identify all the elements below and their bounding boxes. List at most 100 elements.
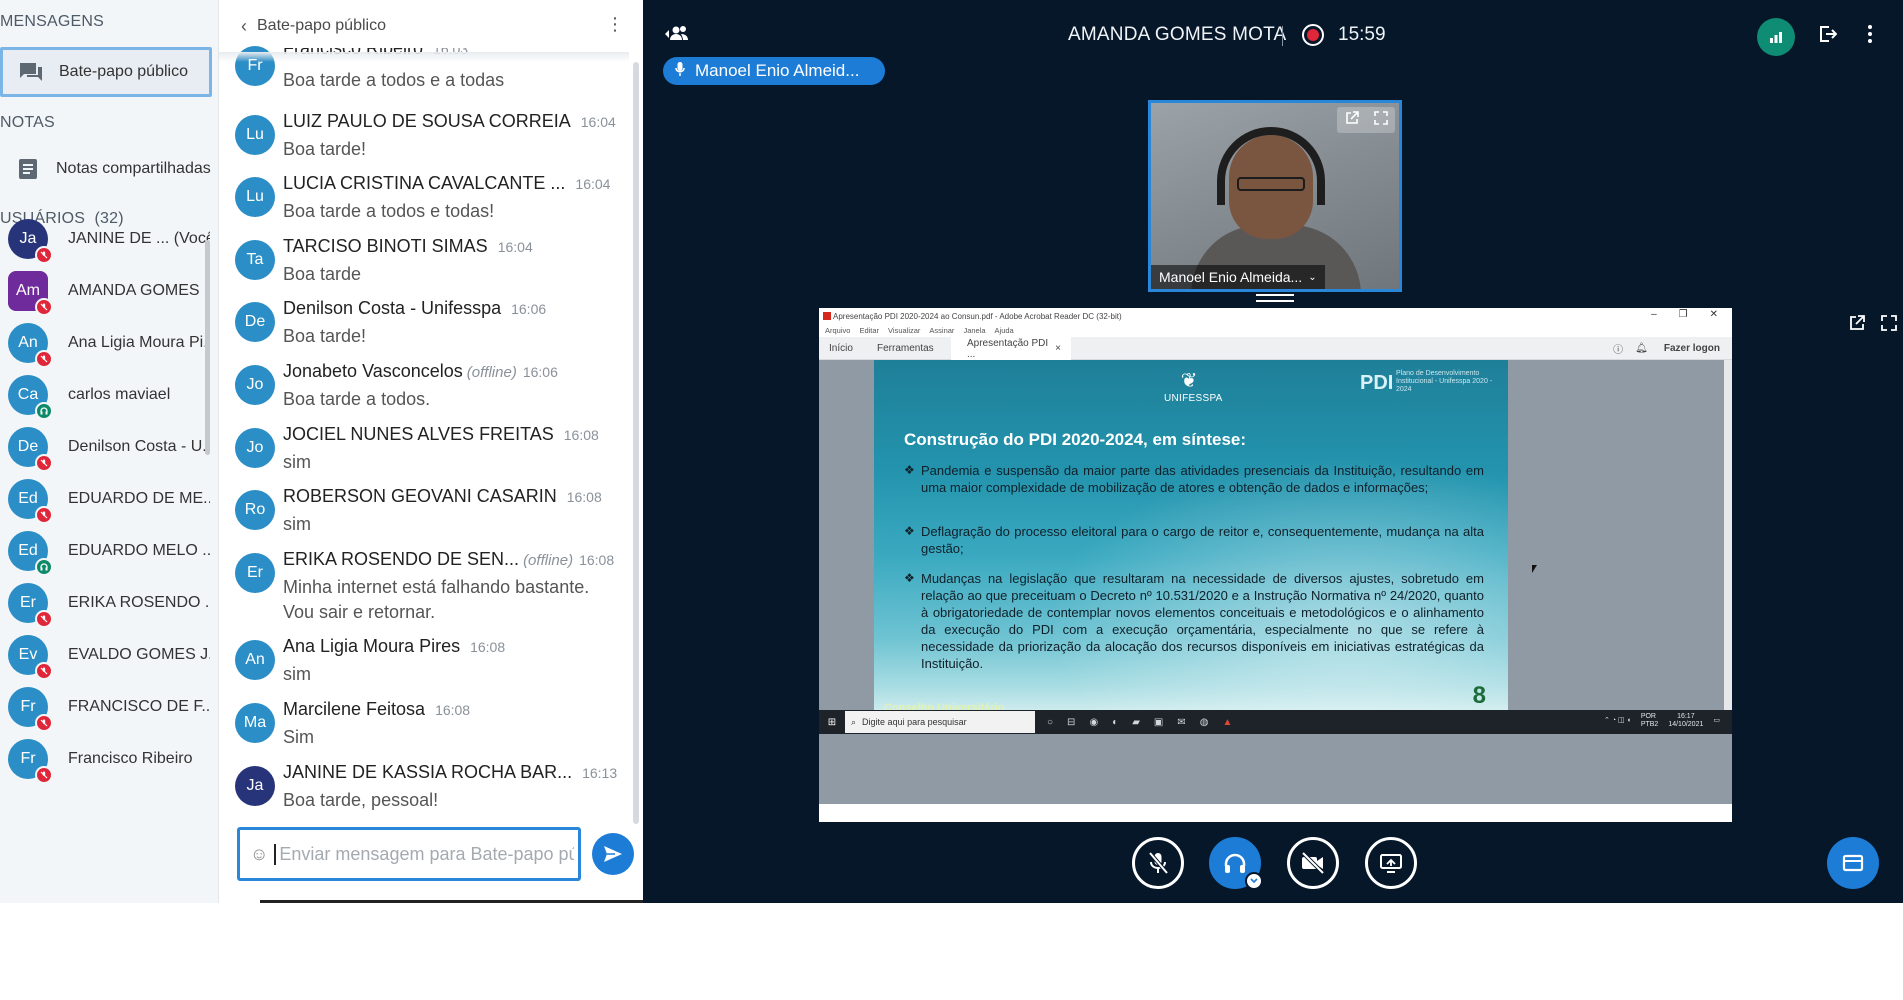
kebab-menu-icon [1868, 25, 1872, 43]
popout-icon[interactable] [1849, 315, 1865, 336]
emoji-icon[interactable]: ☺ [250, 844, 268, 865]
notes-icon [0, 158, 56, 180]
close-icon[interactable]: ✕ [1710, 309, 1718, 320]
message-header: ERIKA ROSENDO DE SEN... (offline) 16:08 [283, 549, 614, 570]
message-author: JOCIEL NUNES ALVES FREITAS [283, 424, 554, 444]
window-controls: – ❐ ✕ [1651, 309, 1718, 320]
chat-options-icon[interactable]: ⋮ [606, 14, 624, 35]
message-time: 16:08 [563, 427, 599, 443]
minimize-icon[interactable]: – [1651, 309, 1657, 320]
muted-icon [35, 765, 53, 784]
close-tab-icon[interactable]: × [1055, 343, 1061, 354]
microphone-icon [675, 61, 685, 81]
taskbar-search-placeholder: Digite aqui para pesquisar [862, 717, 967, 727]
login-link[interactable]: ⓘ 🔔︎ Fazer logon [1613, 337, 1720, 360]
message-text: Minha internet está falhando bastante. V… [283, 577, 590, 622]
connection-status-button[interactable] [1757, 18, 1795, 56]
audio-options-chevron-icon[interactable] [1245, 872, 1263, 890]
public-chat-item[interactable]: Bate-papo público [0, 47, 212, 97]
menu-item[interactable]: Visualizar [888, 326, 920, 335]
tab-apresentacao[interactable]: Apresentação PDI ... × [951, 337, 1071, 360]
app-root: MENSAGENS Bate-papo público NOTAS Notas … [0, 0, 1903, 903]
leave-meeting-button[interactable] [1819, 26, 1838, 47]
join-audio-mic-button[interactable] [1132, 837, 1184, 889]
chat-header-shadow [219, 52, 629, 62]
edge-icon[interactable]: ◐ [1112, 717, 1118, 728]
chrome-icon[interactable]: ◉ [1089, 717, 1098, 728]
folder-icon[interactable]: ▰ [1132, 717, 1140, 728]
tab-ferramentas[interactable]: Ferramentas [877, 337, 934, 360]
shared-notes-item[interactable]: Notas compartilhadas [0, 144, 212, 194]
store-icon[interactable]: ▣ [1154, 717, 1163, 728]
avatar: Ro [235, 490, 275, 530]
document-view[interactable]: ❦ UNIFESSPA PDI Plano de Desenvolvimento… [819, 360, 1732, 804]
avatar: Fr [8, 738, 53, 784]
recording-icon[interactable] [1302, 24, 1324, 46]
message-author: Ana Ligia Moura Pires [283, 636, 461, 656]
mail-icon[interactable]: ✉ [1177, 717, 1185, 728]
shared-notes-label: Notas compartilhadas [56, 160, 211, 177]
document-scrollbar[interactable] [1724, 360, 1732, 710]
bullet-diamond-icon: ❖ [904, 524, 915, 538]
task-view-icon[interactable]: ○ [1047, 717, 1053, 728]
message-text: sim [283, 452, 311, 472]
bullet-diamond-icon: ❖ [904, 571, 915, 585]
chat-title[interactable]: Bate-papo público [257, 17, 386, 35]
taskbar-search[interactable]: ⌕ Digite aqui para pesquisar [845, 711, 1035, 733]
chat-scrollbar[interactable] [633, 62, 639, 824]
webcam-resize-handle[interactable] [1256, 294, 1294, 302]
menu-item[interactable]: Assinar [929, 326, 954, 335]
popout-icon[interactable] [1345, 110, 1359, 130]
user-list-item[interactable]: Fr Francisco Ribeiro [0, 727, 212, 790]
share-screen-button[interactable] [1365, 837, 1417, 889]
taskbar-language[interactable]: POR PTB2 [1641, 713, 1659, 729]
taskbar-clock[interactable]: 16:17 14/10/2021 [1668, 713, 1703, 729]
toggle-userlist-button[interactable] [663, 24, 691, 49]
presentation-toggle-button[interactable] [1827, 837, 1879, 889]
login-label: Fazer logon [1663, 343, 1720, 354]
user-name: EVALDO GOMES J... [68, 645, 210, 663]
taskbar-tray: ⌃ ◔ ◫ ◖ POR PTB2 16:17 14/10/2021 ▭ [1604, 713, 1720, 729]
tab-inicio[interactable]: Início [829, 337, 853, 360]
share-webcam-button[interactable] [1287, 837, 1339, 889]
menu-item[interactable]: Ajuda [995, 326, 1014, 335]
avatar-initials: Er [20, 593, 36, 611]
avatar-initials: An [18, 333, 38, 351]
fullscreen-icon[interactable] [1373, 110, 1388, 130]
message-header: Marcilene Feitosa 16:08 [283, 699, 470, 720]
timeline-icon[interactable]: ⊟ [1067, 717, 1075, 728]
menu-item[interactable]: Arquivo [825, 326, 850, 335]
message-header: JANINE DE KASSIA ROCHA BAR... 16:13 [283, 762, 617, 783]
menu-item[interactable]: Editar [859, 326, 879, 335]
meeting-options-button[interactable] [1867, 24, 1873, 49]
acrobat-icon[interactable]: ▲ [1223, 717, 1233, 728]
windows-start-icon[interactable]: ⊞ [819, 717, 845, 728]
windows-taskbar: ⊞ ⌕ Digite aqui para pesquisar ○ ⊟ ◉ ◐ ▰… [819, 710, 1732, 734]
webcam-tile[interactable]: Manoel Enio Almeida... ⌄ [1148, 100, 1402, 292]
help-icon[interactable]: ⓘ [1613, 341, 1623, 356]
message-time: 16:04 [580, 114, 616, 130]
avatar-initials: Ja [19, 229, 37, 247]
webcam-name-label[interactable]: Manoel Enio Almeida... ⌄ [1151, 265, 1325, 289]
chat-message-input[interactable] [274, 843, 575, 865]
fullscreen-icon[interactable] [1881, 315, 1897, 336]
user-name: AMANDA GOMES ... [68, 281, 210, 299]
send-message-button[interactable] [592, 833, 634, 875]
chevron-left-icon[interactable]: ‹ [241, 16, 247, 37]
avatar: Fr [8, 686, 53, 732]
user-list-scrollbar[interactable] [205, 240, 210, 455]
notes-section-title: NOTAS [0, 114, 55, 131]
glasses-shape [1237, 177, 1305, 191]
avatar: Ed [8, 530, 53, 576]
notifications-icon[interactable]: ▭ [1713, 717, 1720, 725]
menu-item[interactable]: Janela [963, 326, 985, 335]
bell-icon[interactable]: 🔔︎ [1635, 343, 1648, 354]
message-text: Boa tarde a todos e a todas [283, 70, 505, 90]
browser-icon[interactable]: ◍ [1200, 717, 1209, 728]
slide-bullet: ❖ Mudanças na legislação que resultaram … [904, 570, 1484, 672]
restore-icon[interactable]: ❐ [1679, 309, 1688, 320]
message-author: JANINE DE KASSIA ROCHA BAR... [283, 762, 573, 782]
audio-button[interactable] [1209, 837, 1263, 890]
talking-indicator[interactable]: Manoel Enio Almeid... [663, 57, 885, 85]
pdi-mark: PDI [1360, 372, 1394, 394]
